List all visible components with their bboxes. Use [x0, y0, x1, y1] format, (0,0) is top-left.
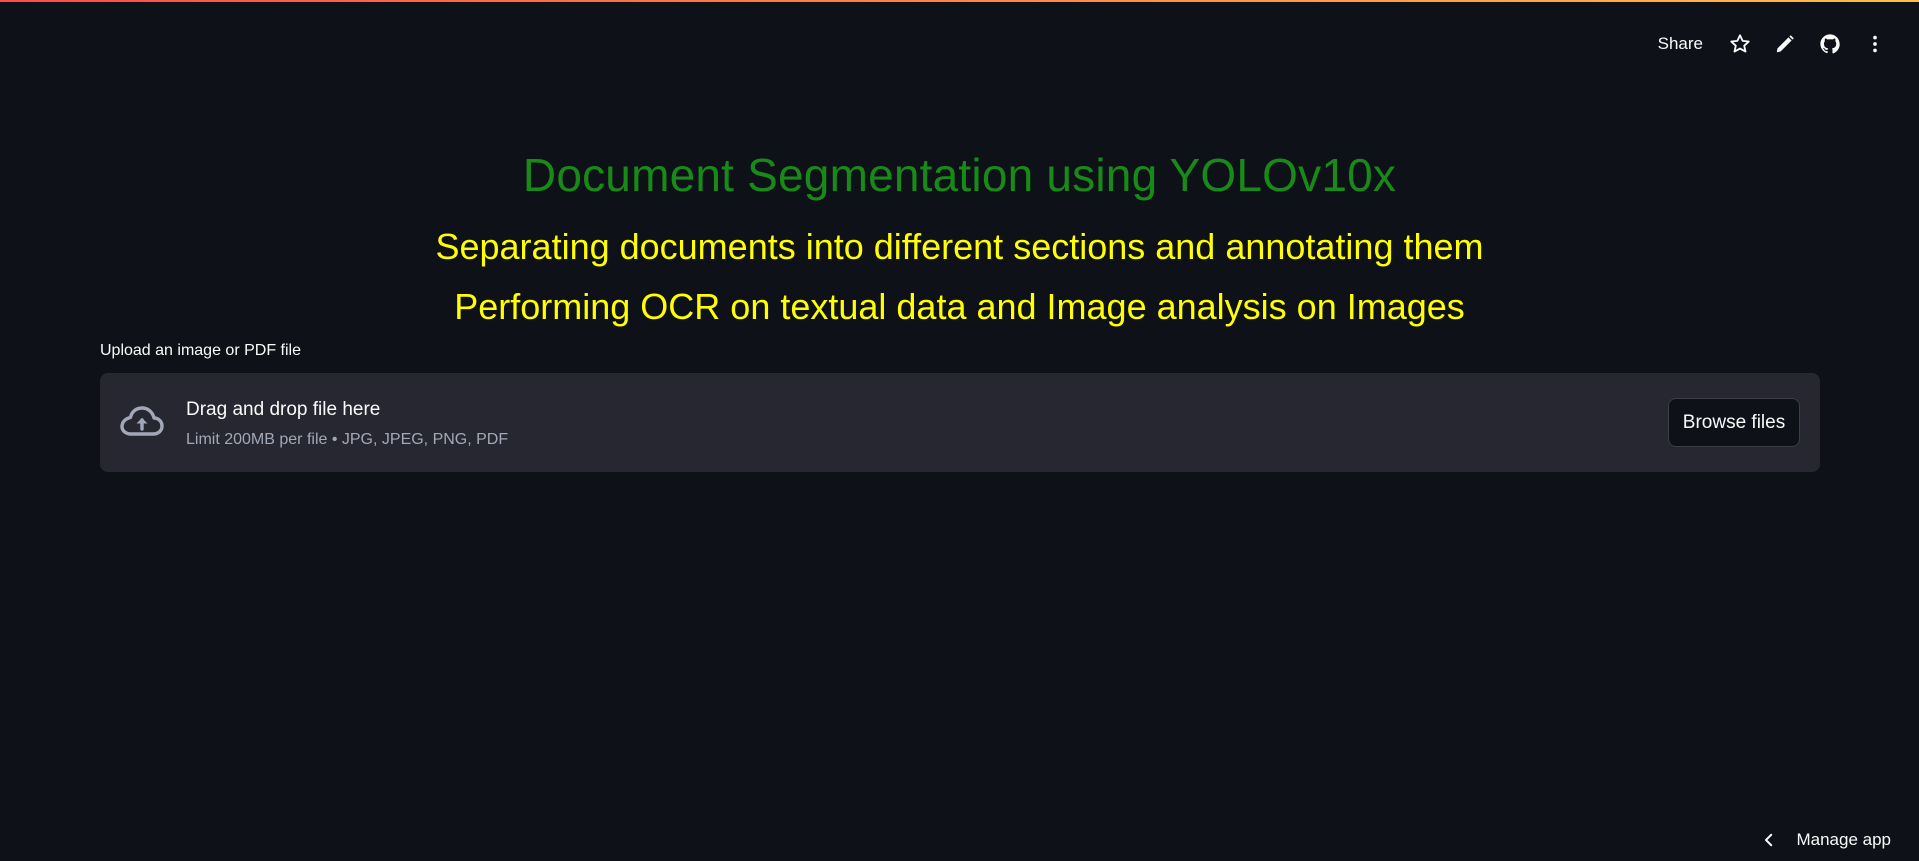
manage-app-button[interactable]: Manage app [1760, 819, 1891, 861]
cloud-upload-icon [120, 406, 164, 436]
page-title: Document Segmentation using YOLOv10x [522, 149, 1397, 201]
pencil-icon[interactable] [1762, 24, 1807, 64]
file-dropzone[interactable]: Drag and drop file here Limit 200MB per … [100, 373, 1820, 472]
star-icon[interactable] [1717, 24, 1762, 64]
chevron-left-icon [1765, 833, 1773, 847]
app-toolbar: Share [1650, 24, 1897, 64]
top-accent-stripe [0, 0, 1919, 2]
github-icon[interactable] [1807, 24, 1852, 64]
dropzone-limit-text: Limit 200MB per file • JPG, JPEG, PNG, P… [186, 431, 509, 448]
uploader-label: Upload an image or PDF file [100, 342, 301, 359]
dropzone-title: Drag and drop file here [186, 399, 381, 420]
page-subtitle-1: Separating documents into different sect… [435, 226, 1484, 267]
page-subtitle-2: Performing OCR on textual data and Image… [454, 286, 1465, 327]
share-button[interactable]: Share [1650, 24, 1717, 64]
manage-app-label: Manage app [1796, 830, 1891, 849]
more-vertical-icon[interactable] [1852, 24, 1897, 64]
browse-files-button[interactable]: Browse files [1668, 398, 1800, 447]
